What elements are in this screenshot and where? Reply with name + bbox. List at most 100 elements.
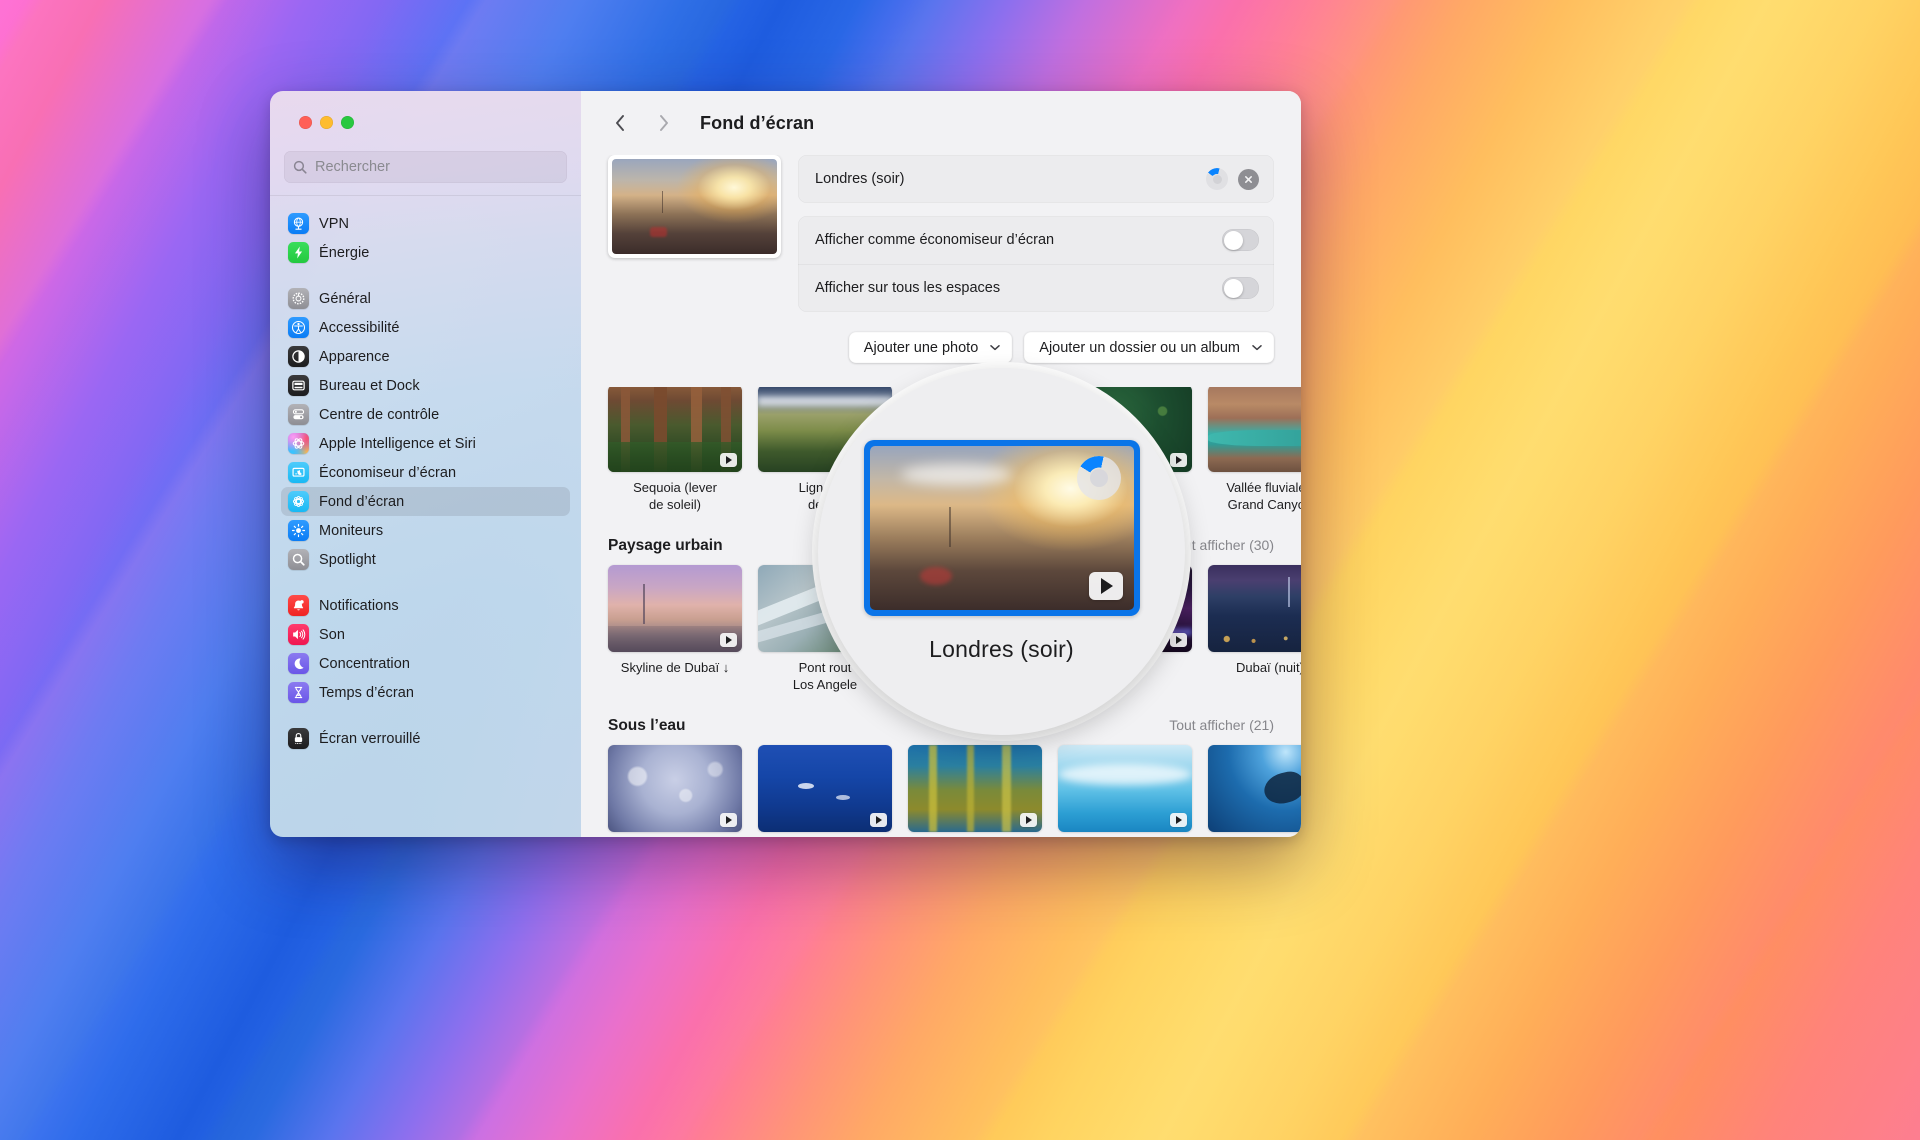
sidebar-group-alerts: Notifications Son Concentr <box>281 591 570 707</box>
hourglass-icon <box>288 682 309 703</box>
wallpaper-thumb[interactable]: Sequoia (leverde soleil) <box>608 385 742 513</box>
sidebar-item-apparence[interactable]: Apparence <box>281 342 570 371</box>
wallpaper-thumb[interactable]: Vallée fluviale duGrand Canyon ↓ <box>1208 385 1301 513</box>
magnified-thumb-label: Londres (soir) <box>929 636 1074 663</box>
sidebar-item-son[interactable]: Son <box>281 620 570 649</box>
sidebar-item-label: Notifications <box>319 598 399 614</box>
sidebar-item-label: Apparence <box>319 349 390 365</box>
appearance-icon <box>288 346 309 367</box>
play-icon <box>720 813 737 827</box>
thumb-label: Dubaï (nuit) ↓ <box>1208 659 1301 676</box>
add-photo-button[interactable]: Ajouter une photo <box>849 332 1012 363</box>
wallpaper-thumb[interactable]: Côte de Tahiti <box>1058 745 1192 837</box>
sidebar-item-apple-intelligence-siri[interactable]: Apple Intelligence et Siri <box>281 429 570 458</box>
play-icon <box>1170 813 1187 827</box>
sidebar-item-ecran-verrouille[interactable]: Écran verrouillé <box>281 724 570 753</box>
close-window-button[interactable] <box>299 116 312 129</box>
sidebar-item-label: Fond d’écran <box>319 494 404 510</box>
play-icon <box>1170 633 1187 647</box>
add-folder-album-button[interactable]: Ajouter un dossier ou un album <box>1024 332 1274 363</box>
page-title: Fond d’écran <box>700 113 814 134</box>
screensaver-icon <box>288 462 309 483</box>
chevron-down-icon <box>1252 344 1262 351</box>
speaker-icon <box>288 624 309 645</box>
wallpaper-thumb[interactable]: Dubaï (nuit) ↓ <box>1208 565 1301 693</box>
thumb-image[interactable] <box>1208 565 1301 652</box>
play-icon <box>1170 453 1187 467</box>
dynamic-wallpaper-icon <box>1077 456 1121 500</box>
sidebar-item-bureau-dock[interactable]: Bureau et Dock <box>281 371 570 400</box>
vpn-icon <box>288 213 309 234</box>
thumb-image[interactable] <box>608 745 742 832</box>
thumb-image[interactable] <box>1058 745 1192 832</box>
sidebar-nav[interactable]: VPN Énergie <box>270 195 581 837</box>
play-icon <box>870 813 887 827</box>
sidebar-item-label: Énergie <box>319 245 369 261</box>
sidebar-item-label: Centre de contrôle <box>319 407 439 423</box>
all-spaces-toggle[interactable] <box>1222 277 1259 299</box>
minimize-window-button[interactable] <box>320 116 333 129</box>
sidebar-item-moniteurs[interactable]: Moniteurs <box>281 516 570 545</box>
desktop-dock-icon <box>288 375 309 396</box>
search-input[interactable] <box>315 159 558 175</box>
thumb-image[interactable] <box>1208 745 1301 832</box>
back-button[interactable] <box>607 110 633 136</box>
sidebar-group-system: Général Accessibilité Ap <box>281 284 570 574</box>
sidebar-item-general[interactable]: Général <box>281 284 570 313</box>
play-icon <box>720 633 737 647</box>
play-icon <box>720 453 737 467</box>
sidebar-item-centre-de-controle[interactable]: Centre de contrôle <box>281 400 570 429</box>
dynamic-wallpaper-icon[interactable] <box>1206 168 1228 190</box>
wallpaper-thumb[interactable]: Skyline de Dubaï ↓ <box>608 565 742 693</box>
thumb-image[interactable] <box>1208 385 1301 472</box>
magnified-thumb-image <box>870 446 1134 610</box>
sidebar-item-accessibilite[interactable]: Accessibilité <box>281 313 570 342</box>
sidebar-item-fond-decran[interactable]: Fond d’écran <box>281 487 570 516</box>
search-icon <box>293 160 307 174</box>
sidebar-item-label: Apple Intelligence et Siri <box>319 436 476 452</box>
wallpaper-thumb[interactable]: Banc de dauphins de <box>758 745 892 837</box>
wallpaper-thumb[interactable]: Méduses d’Alaska <box>608 745 742 837</box>
thumb-label: Vallée fluviale duGrand Canyon ↓ <box>1208 479 1301 513</box>
thumb-image[interactable] <box>608 565 742 652</box>
add-folder-album-label: Ajouter un dossier ou un album <box>1039 340 1240 356</box>
sidebar-item-energie[interactable]: Énergie <box>281 238 570 267</box>
thumb-image[interactable] <box>758 745 892 832</box>
apple-intelligence-icon <box>288 433 309 454</box>
sidebar-item-label: Accessibilité <box>319 320 399 336</box>
sidebar-item-label: Écran verrouillé <box>319 731 421 747</box>
zoom-window-button[interactable] <box>341 116 354 129</box>
forward-button[interactable] <box>650 110 676 136</box>
wallpaper-icon <box>288 491 309 512</box>
wallpaper-preview[interactable] <box>608 155 781 258</box>
sidebar-group-network: VPN Énergie <box>281 209 570 267</box>
chevron-down-icon <box>990 344 1000 351</box>
displays-icon <box>288 520 309 541</box>
option-row-screensaver[interactable]: Afficher comme économiseur d’écran <box>798 216 1274 264</box>
show-all-link[interactable]: Tout afficher (21) <box>1169 717 1274 733</box>
sidebar-item-economiseur-decran[interactable]: Économiseur d’écran <box>281 458 570 487</box>
thumb-image[interactable] <box>608 385 742 472</box>
sidebar-group-lock: Écran verrouillé <box>281 724 570 753</box>
screensaver-toggle[interactable] <box>1222 229 1259 251</box>
wallpaper-thumb[interactable]: Forêt de varech en <box>908 745 1042 837</box>
wallpaper-thumb[interactable]: Échouerie <box>1208 745 1301 837</box>
sidebar-item-notifications[interactable]: Notifications <box>281 591 570 620</box>
spotlight-icon <box>288 549 309 570</box>
accessibility-icon <box>288 317 309 338</box>
sidebar-item-temps-decran[interactable]: Temps d’écran <box>281 678 570 707</box>
close-icon[interactable] <box>1238 169 1259 190</box>
current-wallpaper-row: Londres (soir) <box>798 155 1274 203</box>
option-row-all-spaces[interactable]: Afficher sur tous les espaces <box>798 264 1274 312</box>
sidebar-item-label: Bureau et Dock <box>319 378 420 394</box>
sidebar-item-spotlight[interactable]: Spotlight <box>281 545 570 574</box>
sidebar-item-vpn[interactable]: VPN <box>281 209 570 238</box>
sidebar-item-concentration[interactable]: Concentration <box>281 649 570 678</box>
add-buttons-row: Ajouter une photo Ajouter un dossier ou … <box>608 332 1274 363</box>
magnified-wallpaper-thumb[interactable] <box>864 440 1140 616</box>
option-label: Afficher sur tous les espaces <box>815 280 1212 296</box>
search-box[interactable] <box>284 151 567 183</box>
section-title: Paysage urbain <box>608 537 723 555</box>
thumb-image[interactable] <box>908 745 1042 832</box>
toolbar: Fond d’écran <box>581 91 1301 155</box>
